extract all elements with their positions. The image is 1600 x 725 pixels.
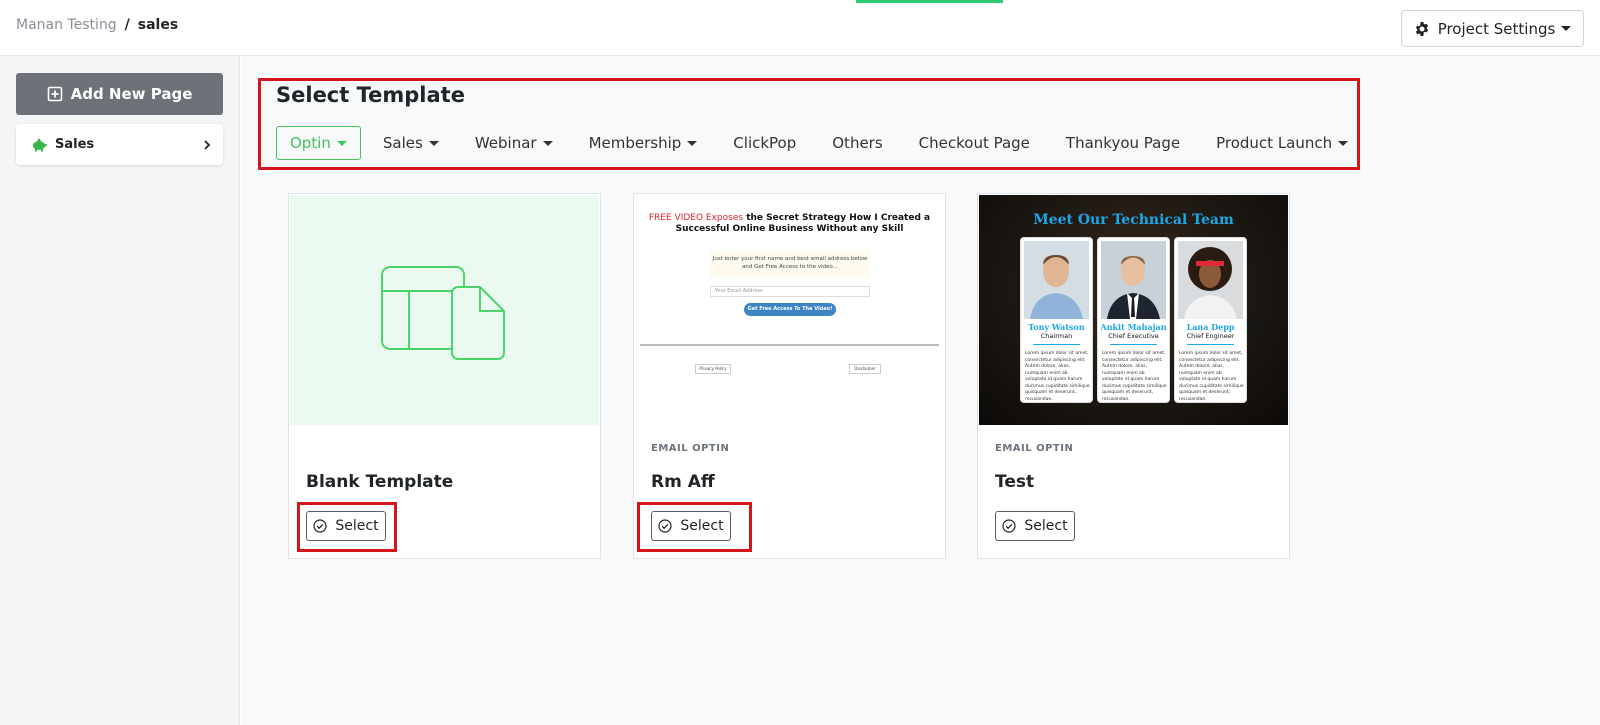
tab-label: Webinar — [474, 134, 537, 152]
chevron-down-icon — [428, 140, 439, 146]
select-label: Select — [680, 518, 724, 534]
member-name: Lana Depp — [1186, 322, 1235, 332]
template-card-test: Meet Our Technical Team Tony Watson Chai… — [977, 193, 1290, 559]
member-divider — [1187, 344, 1234, 345]
breadcrumb-parent[interactable]: Manan Testing — [16, 17, 117, 33]
member-name: Ankit Mahajan — [1100, 322, 1167, 332]
preview-headline-highlight: FREE VIDEO Exposes — [648, 213, 744, 223]
check-circle-icon — [1002, 519, 1016, 533]
member-role: Chief Engineer — [1186, 332, 1235, 340]
project-settings-button[interactable]: Project Settings — [1401, 10, 1584, 47]
add-new-page-button[interactable]: Add New Page — [16, 73, 223, 115]
member-photo — [1178, 241, 1243, 319]
add-new-page-label: Add New Page — [70, 85, 193, 103]
select-template-button[interactable]: Select — [306, 511, 386, 541]
tab-label: Optin — [290, 134, 331, 152]
member-role: Chief Executive — [1108, 332, 1159, 340]
tab-membership[interactable]: Membership — [571, 126, 716, 160]
select-label: Select — [1024, 518, 1068, 534]
page-title: Select Template — [276, 83, 465, 107]
tab-label: Checkout Page — [918, 134, 1030, 152]
member-role: Chairman — [1040, 332, 1073, 340]
member-description: Lorem ipsum dolor sit amet, consectetur … — [1102, 351, 1167, 402]
select-template-button[interactable]: Select — [995, 511, 1075, 541]
template-thumbnail[interactable]: Meet Our Technical Team Tony Watson Chai… — [979, 195, 1288, 425]
tab-product-launch[interactable]: Product Launch — [1198, 126, 1366, 160]
tab-label: Product Launch — [1216, 134, 1333, 152]
chevron-down-icon — [1338, 140, 1349, 146]
tab-label: ClickPop — [733, 134, 797, 152]
template-thumbnail[interactable]: FREE VIDEO Exposes the Secret Strategy H… — [635, 195, 944, 425]
chevron-down-icon — [542, 140, 553, 146]
template-name: Rm Aff — [651, 472, 715, 492]
preview-divider — [640, 344, 939, 346]
preview-member-card: Lana Depp Chief Engineer Lorem ipsum dol… — [1174, 237, 1247, 403]
preview-title: Meet Our Technical Team — [1033, 212, 1234, 228]
select-label: Select — [335, 518, 379, 534]
tab-label: Sales — [382, 134, 423, 152]
template-category: EMAIL OPTIN — [651, 443, 730, 454]
loading-progress-bar — [856, 0, 1003, 3]
member-photo — [1101, 241, 1166, 319]
check-circle-icon — [658, 519, 672, 533]
member-description: Lorem ipsum dolor sit amet, consectetur … — [1025, 351, 1090, 402]
tab-sales[interactable]: Sales — [365, 126, 457, 160]
template-name: Blank Template — [306, 472, 454, 492]
preview-email-field: Your Email Address — [710, 286, 870, 297]
template-card-blank: Blank Template Select — [288, 193, 601, 559]
member-divider — [1110, 344, 1157, 345]
breadcrumb-separator: / — [124, 17, 130, 33]
top-bar: Manan Testing / sales Project Settings — [0, 0, 1600, 56]
template-header: Select Template Optin Sales Webinar Memb… — [258, 78, 1360, 170]
preview-cta-button: Get Free Access To The Video! — [744, 303, 836, 316]
project-settings-label: Project Settings — [1437, 19, 1556, 38]
breadcrumb-current: sales — [137, 17, 179, 33]
select-template-button[interactable]: Select — [651, 511, 731, 541]
chevron-down-icon — [687, 140, 698, 146]
member-description: Lorem ipsum dolor sit amet, consectetur … — [1179, 351, 1244, 402]
tab-checkout-page[interactable]: Checkout Page — [901, 126, 1048, 160]
tab-optin[interactable]: Optin — [276, 126, 361, 160]
template-category-tabs: Optin Sales Webinar Membership ClickPop … — [276, 126, 1366, 160]
chevron-down-icon — [1561, 26, 1572, 31]
template-name: Test — [995, 472, 1035, 492]
tab-label: Others — [832, 134, 883, 152]
tab-label: Thankyou Page — [1065, 134, 1181, 152]
tab-clickpop[interactable]: ClickPop — [715, 126, 814, 160]
chevron-down-icon — [336, 140, 347, 146]
template-card-rm-aff: FREE VIDEO Exposes the Secret Strategy H… — [633, 193, 946, 559]
preview-subtext: Just enter your first name and best emai… — [710, 251, 870, 277]
template-category: EMAIL OPTIN — [995, 443, 1074, 454]
preview-member-card: Tony Watson Chairman Lorem ipsum dolor s… — [1020, 237, 1093, 403]
member-photo — [1024, 241, 1089, 319]
tab-thankyou-page[interactable]: Thankyou Page — [1048, 126, 1198, 160]
blank-template-icon — [381, 266, 505, 360]
sidebar-item-sales[interactable]: Sales — [16, 124, 223, 165]
tab-others[interactable]: Others — [814, 126, 900, 160]
member-name: Tony Watson — [1028, 322, 1085, 332]
preview-footer-link: Privacy Policy — [695, 364, 731, 374]
plus-square-icon — [47, 86, 62, 102]
check-circle-icon — [313, 519, 327, 533]
member-divider — [1033, 344, 1080, 345]
preview-member-card: Ankit Mahajan Chief Executive Lorem ipsu… — [1097, 237, 1170, 403]
chevron-right-icon — [204, 139, 211, 150]
tab-webinar[interactable]: Webinar — [457, 126, 571, 160]
template-thumbnail[interactable] — [290, 195, 599, 425]
preview-headline: FREE VIDEO Exposes the Secret Strategy H… — [635, 213, 944, 235]
sidebar: Add New Page Sales — [0, 56, 240, 725]
breadcrumb: Manan Testing / sales — [16, 17, 178, 33]
tab-label: Membership — [588, 134, 682, 152]
preview-footer-link: Disclaimer — [849, 364, 881, 374]
piggy-bank-icon — [33, 138, 47, 151]
gear-icon — [1415, 21, 1428, 36]
sidebar-item-label: Sales — [55, 137, 95, 152]
